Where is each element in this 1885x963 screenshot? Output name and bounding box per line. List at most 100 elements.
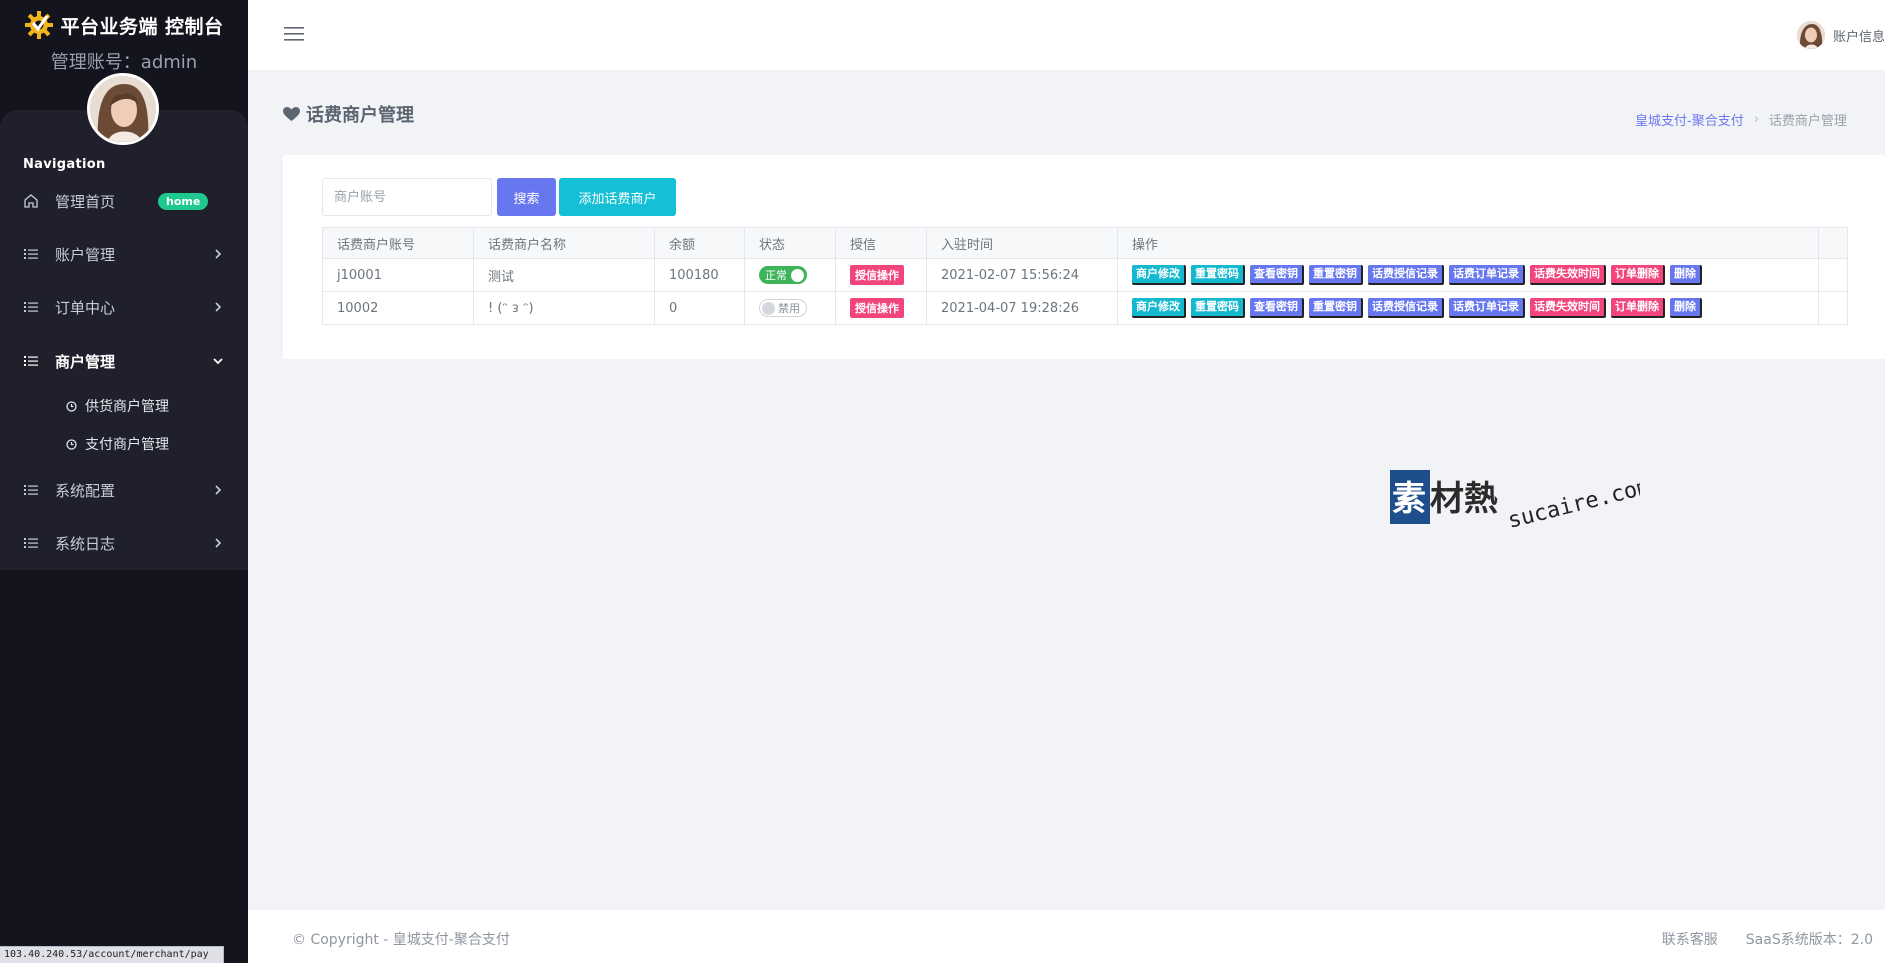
reset-password-button[interactable]: 重置密码	[1191, 298, 1245, 318]
view-key-button[interactable]: 查看密钥	[1250, 265, 1304, 285]
merchant-account-cell: j10001	[322, 258, 474, 292]
column-header: 操作	[1117, 227, 1819, 259]
sidebar-item-label: 商户管理	[55, 352, 116, 371]
status-cell: 禁用	[744, 291, 836, 325]
expiry-time-button[interactable]: 话费失效时间	[1530, 298, 1606, 318]
table-row: j10001 测试 100180 正常 授信操作 2021-02-07 15:5…	[322, 258, 1848, 292]
sidebar-item-account-management[interactable]: 账户管理	[0, 234, 248, 274]
status-toggle[interactable]: 正常	[759, 266, 807, 284]
sidebar-item-system-logs[interactable]: 系统日志	[0, 523, 248, 563]
table-header-row: 话费商户账号 话费商户名称 余额 状态 授信 入驻时间 操作	[322, 227, 1848, 259]
sidebar-item-home[interactable]: 管理首页 home	[0, 181, 248, 221]
balance-cell: 0	[654, 291, 745, 325]
list-icon	[24, 302, 38, 312]
toggle-knob	[791, 268, 804, 282]
list-icon	[24, 356, 38, 366]
credit-operation-button[interactable]: 授信操作	[850, 265, 904, 285]
column-header: 余额	[654, 227, 745, 259]
toggle-knob	[762, 301, 775, 315]
delete-orders-button[interactable]: 订单删除	[1611, 265, 1665, 285]
edit-merchant-button[interactable]: 商户修改	[1132, 298, 1186, 318]
sidebar-subitem-label: 支付商户管理	[85, 437, 169, 453]
credit-cell: 授信操作	[835, 291, 927, 325]
credit-records-button[interactable]: 话费授信记录	[1368, 265, 1444, 285]
sidebar-item-order-center[interactable]: 订单中心	[0, 287, 248, 327]
account-info-menu[interactable]: 账户信息	[1796, 20, 1885, 50]
sidebar-subitem-supplier-merchants[interactable]: 供货商户管理	[66, 394, 169, 418]
watermark-brand-rest: 材熱	[1430, 479, 1498, 519]
footer-links: 联系客服 SaaS系统版本：2.0	[1662, 929, 1873, 949]
reset-key-button[interactable]: 重置密钥	[1309, 265, 1363, 285]
merchant-account-search-input[interactable]	[322, 178, 492, 216]
avatar-portrait-icon	[90, 76, 156, 142]
merchant-name-cell: ! (ᵔ ᴈ ᵔ)	[473, 291, 655, 325]
spacer-cell	[1818, 291, 1848, 325]
joined-time-cell: 2021-02-07 15:56:24	[926, 258, 1118, 292]
status-toggle-label: 禁用	[778, 302, 800, 315]
status-cell: 正常	[744, 258, 836, 292]
merchant-name-cell: 测试	[473, 258, 655, 292]
order-records-button[interactable]: 话费订单记录	[1449, 298, 1525, 318]
credit-cell: 授信操作	[835, 258, 927, 292]
home-badge: home	[158, 193, 209, 210]
brand-title: 平台业务端 控制台	[60, 15, 224, 38]
column-header: 话费商户账号	[322, 227, 474, 259]
brand[interactable]: 平台业务端 控制台	[0, 8, 248, 42]
avatar-portrait-icon	[1796, 21, 1825, 49]
credit-operation-button[interactable]: 授信操作	[850, 298, 904, 318]
delete-orders-button[interactable]: 订单删除	[1611, 298, 1665, 318]
delete-button[interactable]: 删除	[1670, 298, 1702, 318]
status-toggle[interactable]: 禁用	[759, 299, 807, 317]
status-url-tooltip: 103.40.240.53/account/merchant/pay	[0, 946, 224, 963]
column-header-spacer	[1818, 227, 1848, 259]
watermark-domain: sucaire.com	[1505, 474, 1640, 532]
credit-records-button[interactable]: 话费授信记录	[1368, 298, 1444, 318]
page-title: 话费商户管理	[283, 101, 414, 127]
sidebar-item-label: 管理首页	[55, 192, 116, 211]
copyright-text: © Copyright - 皇城支付-聚合支付	[292, 932, 510, 948]
merchant-list-card: 搜索 添加话费商户 话费商户账号 话费商户名称 余额 状态 授信 入驻时间 操作…	[283, 155, 1885, 359]
hamburger-menu-icon[interactable]	[284, 26, 304, 42]
list-icon	[24, 249, 38, 259]
sidebar-item-label: 系统配置	[55, 481, 116, 500]
sidebar-subitem-payment-merchants[interactable]: 支付商户管理	[66, 432, 169, 456]
delete-button[interactable]: 删除	[1670, 265, 1702, 285]
user-avatar[interactable]	[87, 73, 159, 145]
top-bar: 账户信息	[248, 0, 1885, 70]
actions-cell: 商户修改 重置密码 查看密钥 重置密钥 话费授信记录 话费订单记录 话费失效时间…	[1117, 291, 1819, 325]
account-info-label: 账户信息	[1832, 29, 1885, 45]
column-header: 授信	[835, 227, 927, 259]
chevron-right-icon	[215, 249, 222, 259]
status-toggle-label: 正常	[765, 269, 787, 282]
breadcrumb-home-link[interactable]: 皇城支付-聚合支付	[1635, 110, 1744, 129]
row-actions: 商户修改 重置密码 查看密钥 重置密钥 话费授信记录 话费订单记录 话费失效时间…	[1132, 265, 1804, 285]
expiry-time-button[interactable]: 话费失效时间	[1530, 265, 1606, 285]
breadcrumb-current: 话费商户管理	[1768, 114, 1847, 129]
row-actions: 商户修改 重置密码 查看密钥 重置密钥 话费授信记录 话费订单记录 话费失效时间…	[1132, 298, 1804, 318]
avatar	[1796, 21, 1825, 49]
reset-password-button[interactable]: 重置密码	[1191, 265, 1245, 285]
sidebar: 平台业务端 控制台 管理账号：admin Navigation 管理首页 hom…	[0, 0, 248, 963]
column-header: 状态	[744, 227, 836, 259]
list-icon	[24, 485, 38, 495]
watermark-logo: 素 材熱 sucaire.com	[1390, 470, 1640, 532]
joined-time-cell: 2021-04-07 19:28:26	[926, 291, 1118, 325]
gear-logo-icon	[25, 11, 54, 39]
add-merchant-button[interactable]: 添加话费商户	[559, 178, 676, 216]
contact-support-link[interactable]: 联系客服	[1662, 929, 1718, 949]
reset-key-button[interactable]: 重置密钥	[1309, 298, 1363, 318]
sidebar-item-system-config[interactable]: 系统配置	[0, 470, 248, 510]
column-header: 话费商户名称	[473, 227, 655, 259]
watermark-brand-glyph: 素	[1392, 479, 1426, 519]
sidebar-subitem-label: 供货商户管理	[85, 399, 169, 415]
view-key-button[interactable]: 查看密钥	[1250, 298, 1304, 318]
search-button[interactable]: 搜索	[497, 178, 556, 216]
chevron-right-icon	[215, 485, 222, 495]
edit-merchant-button[interactable]: 商户修改	[1132, 265, 1186, 285]
order-records-button[interactable]: 话费订单记录	[1449, 265, 1525, 285]
spacer-cell	[1818, 258, 1848, 292]
balance-cell: 100180	[654, 258, 745, 292]
footer: © Copyright - 皇城支付-聚合支付 联系客服 SaaS系统版本：2.…	[248, 910, 1885, 963]
sidebar-item-merchant-management[interactable]: 商户管理	[0, 341, 248, 381]
sidebar-item-label: 账户管理	[55, 245, 116, 264]
